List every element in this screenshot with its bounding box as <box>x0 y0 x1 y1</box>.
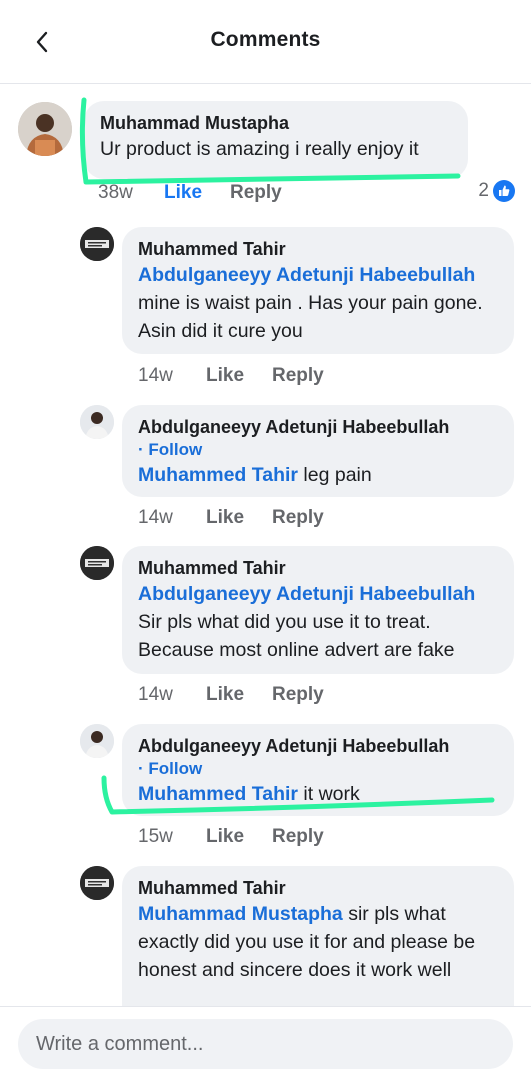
timestamp[interactable]: 14w <box>138 507 206 529</box>
comment-bubble: Abdulganeeyy Adetunji Habeebullah · Foll… <box>122 724 514 816</box>
page-title: Comments <box>210 28 321 51</box>
follow-link[interactable]: · Follow <box>138 758 498 780</box>
comment-text: Muhammed Tahir leg pain <box>138 464 372 486</box>
reply-button[interactable]: Reply <box>272 684 324 706</box>
mention-link[interactable]: Muhammad Mustapha <box>138 903 343 925</box>
reaction-summary[interactable]: 2 <box>478 180 515 202</box>
reply-button[interactable]: Reply <box>272 826 324 848</box>
timestamp[interactable]: 15w <box>138 826 206 848</box>
comment-composer <box>0 1006 531 1080</box>
timestamp[interactable]: 14w <box>138 684 206 706</box>
like-button[interactable]: Like <box>206 684 272 706</box>
reaction-count: 2 <box>478 180 489 201</box>
avatar[interactable] <box>80 866 114 900</box>
reply-button[interactable]: Reply <box>272 365 324 387</box>
mention-link[interactable]: Abdulganeeyy Adetunji Habeebullah <box>138 583 475 605</box>
author-name[interactable]: Muhammed Tahir <box>138 556 498 580</box>
avatar[interactable] <box>80 724 114 758</box>
thumbs-up-icon <box>493 180 515 202</box>
comment-bubble: Muhammad Mustapha Ur product is amazing … <box>84 101 468 179</box>
comment-bubble: Muhammed Tahir Muhammad Mustapha sir pls… <box>122 866 514 1026</box>
mention-link[interactable]: Muhammed Tahir <box>138 464 298 486</box>
author-name[interactable]: Abdulganeeyy Adetunji Habeebullah <box>138 415 498 439</box>
comment-bubble: Muhammed Tahir Abdulganeeyy Adetunji Hab… <box>122 227 514 354</box>
comment-bubble: Muhammed Tahir Abdulganeeyy Adetunji Hab… <box>122 546 514 674</box>
avatar[interactable] <box>80 546 114 580</box>
comment-text: Muhammed Tahir it work <box>138 783 360 805</box>
follow-link[interactable]: · Follow <box>138 439 498 461</box>
reply-button[interactable]: Reply <box>230 182 282 204</box>
comment-actions: 14w Like Reply <box>138 507 324 529</box>
comment-input[interactable] <box>18 1019 513 1069</box>
author-name[interactable]: Muhammad Mustapha <box>100 111 452 135</box>
like-button[interactable]: Like <box>206 507 272 529</box>
comment-text: Muhammad Mustapha sir pls what exactly d… <box>138 903 476 981</box>
avatar[interactable] <box>80 405 114 439</box>
timestamp[interactable]: 14w <box>138 365 206 387</box>
comment-actions: 38w Like Reply <box>98 182 282 204</box>
comment-bubble: Abdulganeeyy Adetunji Habeebullah · Foll… <box>122 405 514 497</box>
timestamp[interactable]: 38w <box>98 182 164 204</box>
author-name[interactable]: Abdulganeeyy Adetunji Habeebullah <box>138 734 498 758</box>
comment-text: Abdulganeeyy Adetunji Habeebullah mine is… <box>138 264 483 342</box>
comment-actions: 15w Like Reply <box>138 826 324 848</box>
comment-text: Abdulganeeyy Adetunji Habeebullah Sir pls… <box>138 583 476 661</box>
like-button[interactable]: Like <box>206 365 272 387</box>
author-name[interactable]: Muhammed Tahir <box>138 876 498 900</box>
reply-button[interactable]: Reply <box>272 507 324 529</box>
top-bar: Comments <box>0 0 531 84</box>
avatar[interactable] <box>80 227 114 261</box>
mention-link[interactable]: Abdulganeeyy Adetunji Habeebullah <box>138 264 475 286</box>
like-button[interactable]: Like <box>164 182 230 204</box>
comment-actions: 14w Like Reply <box>138 684 324 706</box>
like-button[interactable]: Like <box>206 826 272 848</box>
comment-actions: 14w Like Reply <box>138 365 324 387</box>
comment-text: Ur product is amazing i really enjoy it <box>100 138 419 160</box>
mention-link[interactable]: Muhammed Tahir <box>138 783 298 805</box>
avatar[interactable] <box>18 102 72 156</box>
author-name[interactable]: Muhammed Tahir <box>138 237 498 261</box>
